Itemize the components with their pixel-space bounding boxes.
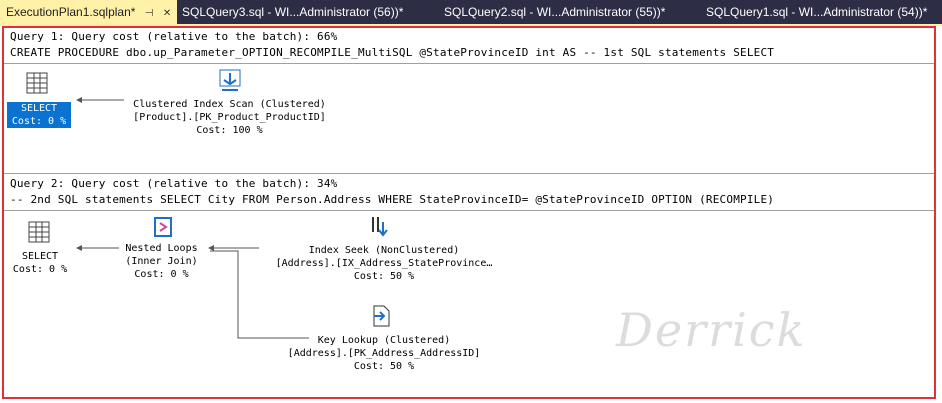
select-operator[interactable]: SELECT Cost: 0 %: [7, 102, 71, 128]
index-seek-operator[interactable]: Index Seek (NonClustered) [Address].[IX_…: [259, 244, 509, 283]
operator-name: Index Seek (NonClustered): [308, 245, 460, 256]
tab-label: SQLQuery3.sql - WI...Administrator (56))…: [182, 5, 404, 19]
operator-object: [Address].[IX_Address_StateProvince…: [275, 258, 493, 269]
key-lookup-operator[interactable]: Key Lookup (Clustered) [Address].[PK_Add…: [269, 334, 499, 373]
operator-name: Key Lookup (Clustered): [317, 335, 451, 346]
tab-sqlquery1[interactable]: SQLQuery1.sql - WI...Administrator (54))…: [706, 0, 927, 24]
tab-label: SQLQuery1.sql - WI...Administrator (54))…: [706, 5, 928, 19]
operator-name: Nested Loops: [125, 243, 198, 254]
operator-name: Clustered Index Scan (Clustered): [133, 99, 326, 110]
execution-plan-pane[interactable]: Query 1: Query cost (relative to the bat…: [2, 26, 936, 399]
query2-header: Query 2: Query cost (relative to the bat…: [10, 177, 338, 190]
operator-cost: Cost: 100 %: [196, 125, 263, 136]
operator-object: [Address].[PK_Address_AddressID]: [287, 348, 481, 359]
select-cost: Cost: 0 %: [7, 115, 71, 128]
tab-execution-plan[interactable]: ExecutionPlan1.sqlplan* ⊣ ✕: [0, 0, 178, 24]
tab-sqlquery2[interactable]: SQLQuery2.sql - WI...Administrator (55))…: [444, 0, 665, 24]
close-icon[interactable]: ✕: [163, 8, 171, 19]
nested-loops-icon: [152, 216, 174, 242]
index-seek-icon: [368, 214, 390, 242]
separator: [4, 210, 934, 211]
select-operator[interactable]: SELECT Cost: 0 %: [7, 250, 73, 276]
clustered-index-scan-icon: [218, 68, 242, 98]
operator-object: [Product].[PK_Product_ProductID]: [133, 112, 326, 123]
watermark: Derrick: [616, 303, 807, 357]
key-lookup-icon: [370, 304, 392, 332]
select-cost: Cost: 0 %: [12, 264, 68, 275]
pin-icon[interactable]: ⊣: [145, 8, 154, 19]
operator-cost: Cost: 50 %: [353, 271, 415, 282]
tab-label: ExecutionPlan1.sqlplan*: [6, 5, 136, 19]
document-tab-bar: ExecutionPlan1.sqlplan* ⊣ ✕ SQLQuery3.sq…: [0, 0, 942, 24]
query2-sql: -- 2nd SQL statements SELECT City FROM P…: [10, 193, 775, 206]
tab-label: SQLQuery2.sql - WI...Administrator (55))…: [444, 5, 666, 19]
operator-join-type: (Inner Join): [125, 256, 198, 267]
nested-loops-operator[interactable]: Nested Loops (Inner Join) Cost: 0 %: [109, 242, 214, 281]
separator: [4, 173, 934, 174]
operator-cost: Cost: 0 %: [134, 269, 189, 280]
select-label: SELECT: [21, 251, 59, 262]
operator-cost: Cost: 50 %: [353, 361, 415, 372]
select-icon: [26, 72, 48, 98]
tab-sqlquery3[interactable]: SQLQuery3.sql - WI...Administrator (56))…: [182, 0, 403, 24]
select-icon: [28, 221, 50, 247]
clustered-index-scan-operator[interactable]: Clustered Index Scan (Clustered) [Produc…: [122, 98, 337, 137]
select-label: SELECT: [7, 102, 71, 115]
